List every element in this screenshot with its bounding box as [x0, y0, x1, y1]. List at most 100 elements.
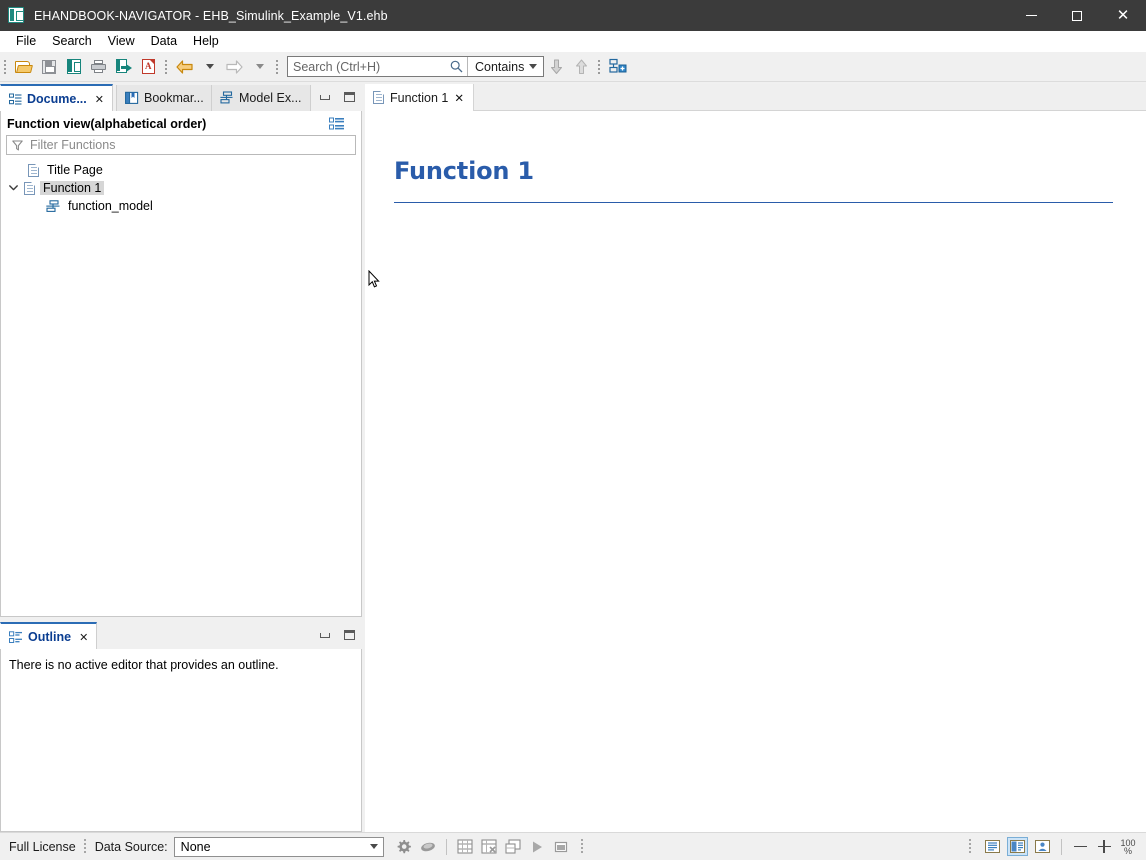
tree-item-function-model[interactable]: function_model	[1, 197, 361, 215]
back-button[interactable]	[173, 55, 196, 78]
tree-item-label: Title Page	[44, 163, 106, 177]
search-icon[interactable]	[446, 57, 468, 76]
measurement-table-button[interactable]	[455, 837, 475, 857]
toolbar-grip-3[interactable]	[275, 58, 280, 76]
back-dropdown-button[interactable]	[198, 55, 221, 78]
left-panel-maximize-button[interactable]	[341, 89, 357, 105]
mouse-cursor	[368, 270, 380, 289]
close-button[interactable]: ✕	[1100, 0, 1146, 31]
outline-panel-minimize-button[interactable]	[317, 627, 333, 643]
document-icon	[28, 164, 39, 177]
forward-dropdown-button[interactable]	[248, 55, 271, 78]
layout-single-icon	[985, 840, 1000, 853]
minimize-button[interactable]	[1008, 0, 1054, 31]
measurement-table-icon	[457, 839, 473, 854]
zoom-reset-button[interactable]: 100%	[1118, 837, 1138, 857]
search-mode-dropdown[interactable]: Contains	[468, 57, 543, 76]
tree-item-title-page[interactable]: Title Page	[1, 161, 361, 179]
chevron-down-icon[interactable]	[7, 185, 19, 191]
print-button[interactable]	[87, 55, 110, 78]
toolbar-grip[interactable]	[3, 58, 8, 76]
outline-message-area: There is no active editor that provides …	[0, 649, 362, 832]
menu-item-search[interactable]: Search	[44, 32, 100, 50]
close-icon[interactable]: ✕	[454, 91, 464, 105]
find-next-button[interactable]	[545, 55, 568, 78]
close-icon[interactable]: ✕	[79, 631, 88, 644]
panel-maximize-icon	[344, 630, 355, 640]
export-icon	[116, 59, 132, 74]
sidebar-tab-bookmarks[interactable]: Bookmar...	[116, 85, 213, 111]
page-title: Function 1	[394, 157, 1113, 185]
forward-button[interactable]	[223, 55, 246, 78]
tree-item-label: function_model	[65, 199, 156, 213]
model-explorer-icon	[220, 91, 234, 105]
document-view-icon	[9, 93, 22, 106]
data-source-value: None	[181, 840, 370, 854]
model-icon	[46, 200, 60, 212]
menu-item-view[interactable]: View	[100, 32, 143, 50]
document-icon	[24, 182, 35, 195]
layout-single-button[interactable]	[982, 837, 1003, 856]
layout-detail-button[interactable]	[1032, 837, 1053, 856]
view-menu-icon[interactable]	[329, 117, 345, 131]
license-status: Full License	[9, 840, 76, 854]
bookmark-icon	[125, 91, 139, 105]
outline-empty-message: There is no active editor that provides …	[9, 658, 279, 672]
function-view-body: Function view(alphabetical order)	[0, 111, 362, 617]
model-explorer-button[interactable]	[606, 55, 629, 78]
sidebar-tab-model-explorer[interactable]: Model Ex...	[211, 85, 311, 111]
outline-icon	[9, 631, 23, 644]
export-pdf-button[interactable]	[137, 55, 160, 78]
zoom-out-button[interactable]	[1070, 837, 1090, 857]
open-icon	[15, 60, 32, 74]
menu-item-help[interactable]: Help	[185, 32, 227, 50]
measurement-remove-button[interactable]	[479, 837, 499, 857]
outline-panel-maximize-button[interactable]	[341, 627, 357, 643]
settings-button[interactable]	[394, 837, 414, 857]
menu-bar: File Search View Data Help	[0, 31, 1146, 52]
filter-functions-input[interactable]	[28, 136, 355, 154]
measurement-layout-icon	[505, 839, 521, 854]
menu-item-data[interactable]: Data	[143, 32, 185, 50]
search-box: Contains	[287, 56, 544, 77]
zoom-reset-label: 100	[1120, 838, 1135, 848]
play-button[interactable]	[527, 837, 547, 857]
handbook-button[interactable]	[62, 55, 85, 78]
stop-button[interactable]	[551, 837, 571, 857]
book-icon	[67, 59, 81, 74]
open-button[interactable]	[12, 55, 35, 78]
window-title: EHANDBOOK-NAVIGATOR - EHB_Simulink_Examp…	[34, 9, 388, 23]
toolbar-grip-4[interactable]	[597, 58, 602, 76]
tab-outline-label: Outline	[28, 630, 71, 644]
find-prev-button[interactable]	[570, 55, 593, 78]
left-panel-minimize-button[interactable]	[317, 89, 333, 105]
layout-split-button[interactable]	[1007, 837, 1028, 856]
menu-item-file[interactable]: File	[8, 32, 44, 50]
database-button[interactable]	[418, 837, 438, 857]
toolbar-grip-2[interactable]	[164, 58, 169, 76]
sidebar-tab-model-explorer-label: Model Ex...	[239, 91, 302, 105]
application-window: EHANDBOOK-NAVIGATOR - EHB_Simulink_Examp…	[0, 0, 1146, 860]
export-button[interactable]	[112, 55, 135, 78]
tab-outline[interactable]: Outline ✕	[0, 622, 97, 650]
tree-item-function-1[interactable]: Function 1	[1, 179, 361, 197]
database-icon	[420, 840, 436, 854]
back-arrow-icon	[176, 60, 193, 74]
data-source-select[interactable]: None	[174, 837, 384, 857]
ehandbook-book-icon	[8, 7, 26, 25]
chevron-down-icon	[206, 64, 214, 69]
measurement-layout-button[interactable]	[503, 837, 523, 857]
zoom-in-button[interactable]	[1094, 837, 1114, 857]
save-button[interactable]	[37, 55, 60, 78]
window-controls: ✕	[1008, 0, 1146, 31]
model-explorer-icon	[609, 58, 627, 75]
sidebar-tab-documents-label: Docume...	[27, 92, 87, 106]
search-input[interactable]	[288, 57, 446, 76]
sidebar-tab-documents[interactable]: Docume... ✕	[0, 84, 113, 112]
arrow-up-icon	[575, 59, 588, 75]
search-mode-label: Contains	[475, 60, 524, 74]
close-icon[interactable]: ✕	[95, 93, 104, 106]
editor-tab-function-1[interactable]: Function 1 ✕	[365, 84, 474, 111]
maximize-button[interactable]	[1054, 0, 1100, 31]
layout-detail-icon	[1035, 840, 1050, 853]
